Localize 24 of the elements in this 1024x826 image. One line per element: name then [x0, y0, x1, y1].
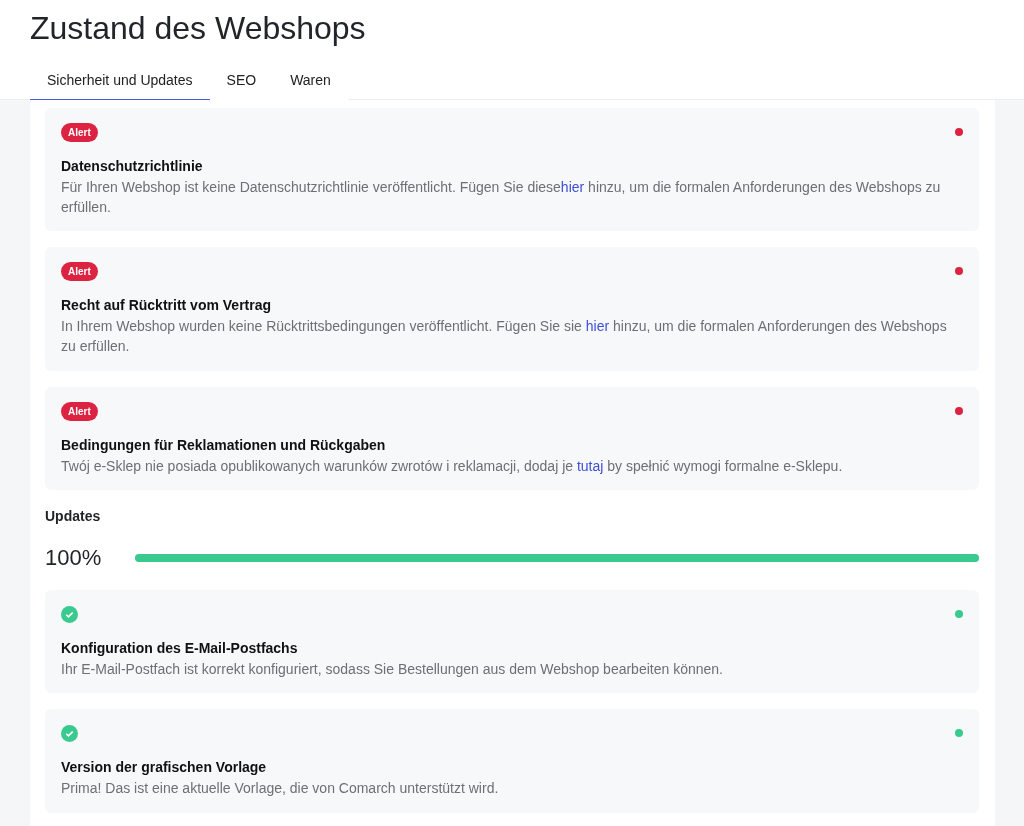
link[interactable]: tutaj: [576, 457, 604, 474]
alert-badge: Alert: [61, 401, 98, 421]
tab[interactable]: Waren: [273, 63, 348, 102]
card-description: Ihr E-Mail-Postfach ist korrekt konfiguriert, sodass Sie Bestellungen aus dem Webshop bearbeiten können.: [61, 660, 724, 680]
card-title: Bedingungen für Reklamationen und Rückgaben: [61, 435, 387, 455]
card-title: Recht auf Rücktritt vom Vertrag: [61, 296, 273, 316]
page-title: Zustand des Webshops: [30, 9, 367, 48]
card-title: Version der grafischen Vorlage: [61, 758, 268, 778]
progress-reading: 100%: [45, 544, 103, 573]
check-icon: [61, 605, 78, 623]
card-description: Für Ihren Webshop ist keine Datenschutzrichtlinie veröffentlicht. Fügen Sie diesehier hinzu, um die formalen Anforderungen des Webshops zu erfüllen.: [61, 177, 942, 217]
card-description: In Ihrem Webshop wurden keine Rücktrittsbedingungen veröffentlicht. Fügen Sie sie hier hinzu, um die formalen Anforderungen des Webshops zu erfüllen.: [61, 317, 948, 357]
card-title: Datenschutzrichtlinie: [61, 156, 204, 176]
card-title: Konfiguration des E-Mail-Postfachs: [61, 639, 299, 659]
card-description: Prima! Das ist eine aktuelle Vorlage, die von Comarch unterstützt wird.: [61, 779, 500, 799]
alert-badge: Alert: [61, 262, 98, 282]
link[interactable]: hier: [585, 318, 610, 335]
link[interactable]: hier: [560, 178, 585, 195]
tab[interactable]: SEO: [209, 63, 274, 102]
alert-badge: Alert: [61, 122, 98, 142]
card-description: Twój e-Sklep nie posiada opublikowanych warunków zwrotów i reklamacji, dodaj je tutaj by spełnić wymogi formalne e-Sklepu.: [61, 456, 844, 476]
check-icon: [61, 725, 78, 743]
section-heading: Updates: [45, 507, 102, 527]
tab[interactable]: Sicherheit und Updates: [30, 63, 210, 102]
